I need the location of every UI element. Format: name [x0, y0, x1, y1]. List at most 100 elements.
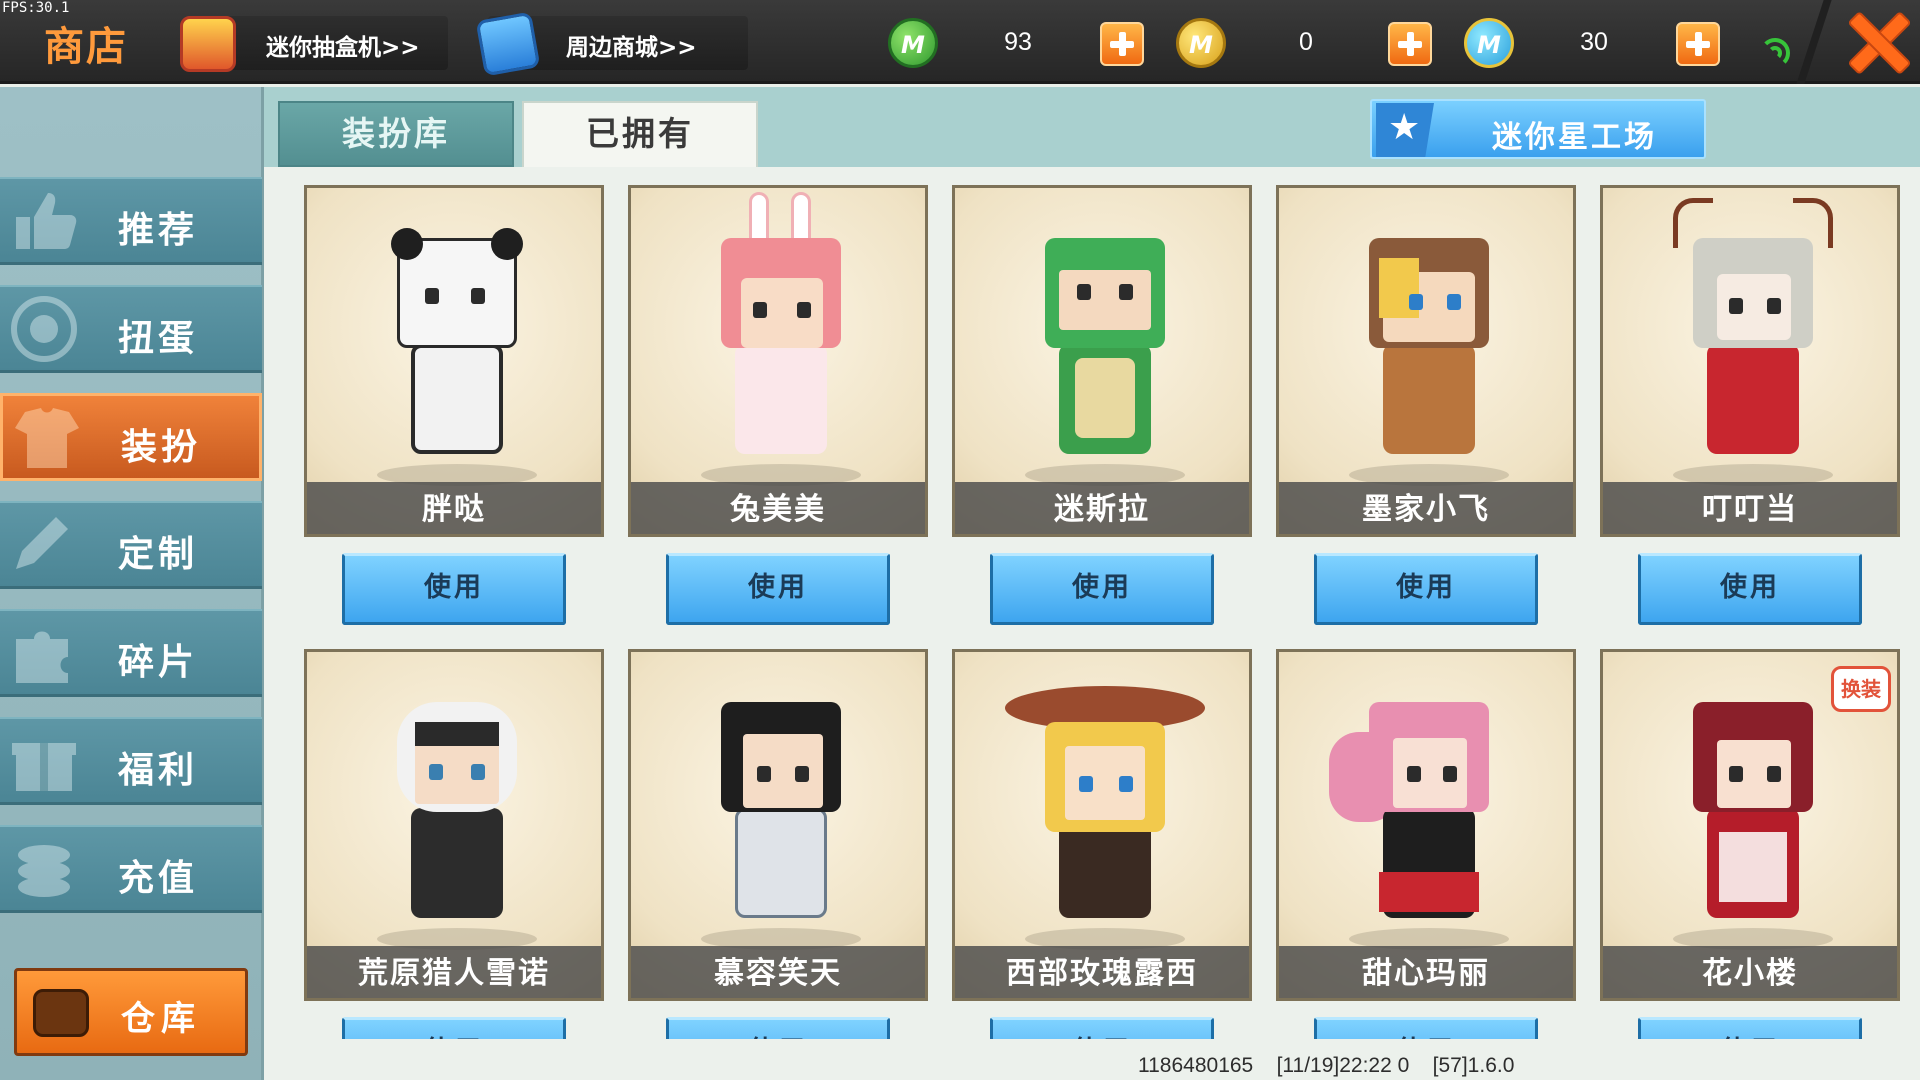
wifi-signal-icon [1760, 28, 1794, 68]
sidebar-item-label: 充值 [118, 858, 199, 899]
outfit-card[interactable]: 西部玫瑰露西 [952, 649, 1252, 1001]
page-title: 商店 [44, 24, 128, 70]
blue-coin-value: 30 [1580, 28, 1608, 56]
sidebar-item-fragments[interactable]: 碎片 [0, 609, 262, 697]
character-figure [1015, 218, 1195, 468]
green-coin-icon: M [888, 18, 938, 68]
version: [57]1.6.0 [1432, 1054, 1515, 1077]
main-panel: 装扮库 已拥有 迷你星工场 胖哒 [264, 87, 1920, 1080]
add-gold-coin-button[interactable] [1388, 22, 1432, 66]
character-name: 甜心玛丽 [1362, 956, 1490, 991]
character-figure [1663, 682, 1843, 932]
star-icon [1376, 103, 1434, 157]
gift-icon [8, 727, 80, 795]
character-figure [1339, 218, 1519, 468]
sidebar-item-label: 福利 [118, 750, 199, 791]
merch-mall-label: 周边商城>> [566, 35, 697, 61]
character-name: 西部玫瑰露西 [1006, 956, 1198, 991]
currency-blue: M 30 [1464, 18, 1734, 68]
change-outfit-badge: 换装 [1831, 666, 1891, 712]
tab-strip: 装扮库 已拥有 迷你星工场 [264, 87, 1920, 167]
use-button[interactable]: 使用 [666, 1017, 890, 1039]
close-icon[interactable] [1846, 10, 1908, 72]
use-button[interactable]: 使用 [342, 553, 566, 625]
green-coin-value: 93 [1004, 28, 1032, 56]
character-figure [367, 218, 547, 468]
sidebar: 推荐 扭蛋 装扮 定制 碎片 福利 充值 [0, 87, 264, 1080]
character-figure [691, 682, 871, 932]
currency-gold: M 0 [1176, 18, 1446, 68]
sidebar-item-outfit[interactable]: 装扮 [0, 393, 262, 481]
character-figure [691, 192, 871, 468]
sidebar-item-capsule[interactable]: 扭蛋 [0, 285, 262, 373]
sidebar-item-label: 扭蛋 [118, 318, 199, 359]
outfit-card[interactable]: 叮叮当 [1600, 185, 1900, 537]
character-name: 胖哒 [422, 492, 486, 527]
user-id: 1186480165 [1138, 1054, 1254, 1077]
use-button[interactable]: 使用 [342, 1017, 566, 1039]
sidebar-item-label: 碎片 [118, 642, 199, 683]
header-divider [1796, 0, 1832, 84]
use-button[interactable]: 使用 [1638, 1017, 1862, 1039]
blue-coin-icon: M [1464, 18, 1514, 68]
use-button[interactable]: 使用 [1638, 553, 1862, 625]
outfit-card[interactable]: 胖哒 [304, 185, 604, 537]
outfit-card[interactable]: 迷斯拉 [952, 185, 1252, 537]
outfit-card[interactable]: 兔美美 [628, 185, 928, 537]
currency-green: M 93 [888, 18, 1158, 68]
character-name: 迷斯拉 [1054, 492, 1150, 527]
tab-wardrobe[interactable]: 装扮库 [278, 101, 514, 167]
outfit-grid: 胖哒 兔美美 迷斯拉 墨家小飞 叮叮当 使用 使用 使用 使用 使用 荒原猎人雪… [264, 167, 1920, 1039]
outfit-card[interactable]: 慕容笑天 [628, 649, 928, 1001]
mini-blind-box-link[interactable]: 迷你抽盒机>> [180, 16, 448, 72]
add-green-coin-button[interactable] [1100, 22, 1144, 66]
character-figure [1663, 198, 1843, 468]
warehouse-button[interactable]: 仓库 [14, 968, 248, 1056]
character-name: 兔美美 [730, 492, 826, 527]
footer-info: 1186480165 [11/19]22:22 0 [57]1.6.0 [1138, 1054, 1514, 1078]
tab-owned[interactable]: 已拥有 [522, 101, 758, 167]
mini-workshop-label: 迷你星工场 [1492, 120, 1657, 155]
character-name: 叮叮当 [1702, 492, 1798, 527]
sidebar-item-label: 装扮 [121, 427, 202, 468]
sidebar-item-label: 推荐 [118, 210, 199, 251]
character-name: 慕容笑天 [714, 956, 842, 991]
use-button[interactable]: 使用 [666, 553, 890, 625]
coins-icon [8, 835, 80, 903]
outfit-card[interactable]: 墨家小飞 [1276, 185, 1576, 537]
timestamp: [11/19]22:22 0 [1276, 1054, 1410, 1077]
add-blue-coin-button[interactable] [1676, 22, 1720, 66]
gold-coin-icon: M [1176, 18, 1226, 68]
character-figure [367, 682, 547, 932]
thumbs-up-icon [8, 187, 80, 255]
use-button[interactable]: 使用 [1314, 1017, 1538, 1039]
character-name: 花小楼 [1702, 956, 1798, 991]
use-button[interactable]: 使用 [1314, 553, 1538, 625]
use-button[interactable]: 使用 [990, 1017, 1214, 1039]
sidebar-item-recommend[interactable]: 推荐 [0, 177, 262, 265]
sidebar-item-welfare[interactable]: 福利 [0, 717, 262, 805]
character-figure [1329, 682, 1519, 932]
gift-box-icon [180, 16, 236, 72]
outfit-card[interactable]: 荒原猎人雪诺 [304, 649, 604, 1001]
puzzle-icon [8, 619, 80, 687]
top-bar: FPS:30.1 商店 迷你抽盒机>> 周边商城>> M 93 M 0 M 30 [0, 0, 1920, 84]
character-name: 墨家小飞 [1362, 492, 1490, 527]
sidebar-item-label: 定制 [118, 534, 199, 575]
sidebar-item-recharge[interactable]: 充值 [0, 825, 262, 913]
character-name: 荒原猎人雪诺 [358, 956, 550, 991]
sidebar-item-customize[interactable]: 定制 [0, 501, 262, 589]
mini-blind-box-label: 迷你抽盒机>> [266, 35, 420, 61]
capsule-icon [8, 295, 80, 363]
warehouse-label: 仓库 [121, 999, 201, 1039]
pencil-icon [8, 511, 80, 579]
shirt-icon [11, 404, 83, 472]
mini-workshop-button[interactable]: 迷你星工场 [1370, 99, 1706, 159]
chest-icon [33, 989, 89, 1037]
gold-coin-value: 0 [1299, 28, 1313, 56]
outfit-card[interactable]: 换装 花小楼 [1600, 649, 1900, 1001]
merch-mall-link[interactable]: 周边商城>> [475, 11, 748, 77]
use-button[interactable]: 使用 [990, 553, 1214, 625]
outfit-card[interactable]: 甜心玛丽 [1276, 649, 1576, 1001]
character-figure [1005, 682, 1205, 932]
